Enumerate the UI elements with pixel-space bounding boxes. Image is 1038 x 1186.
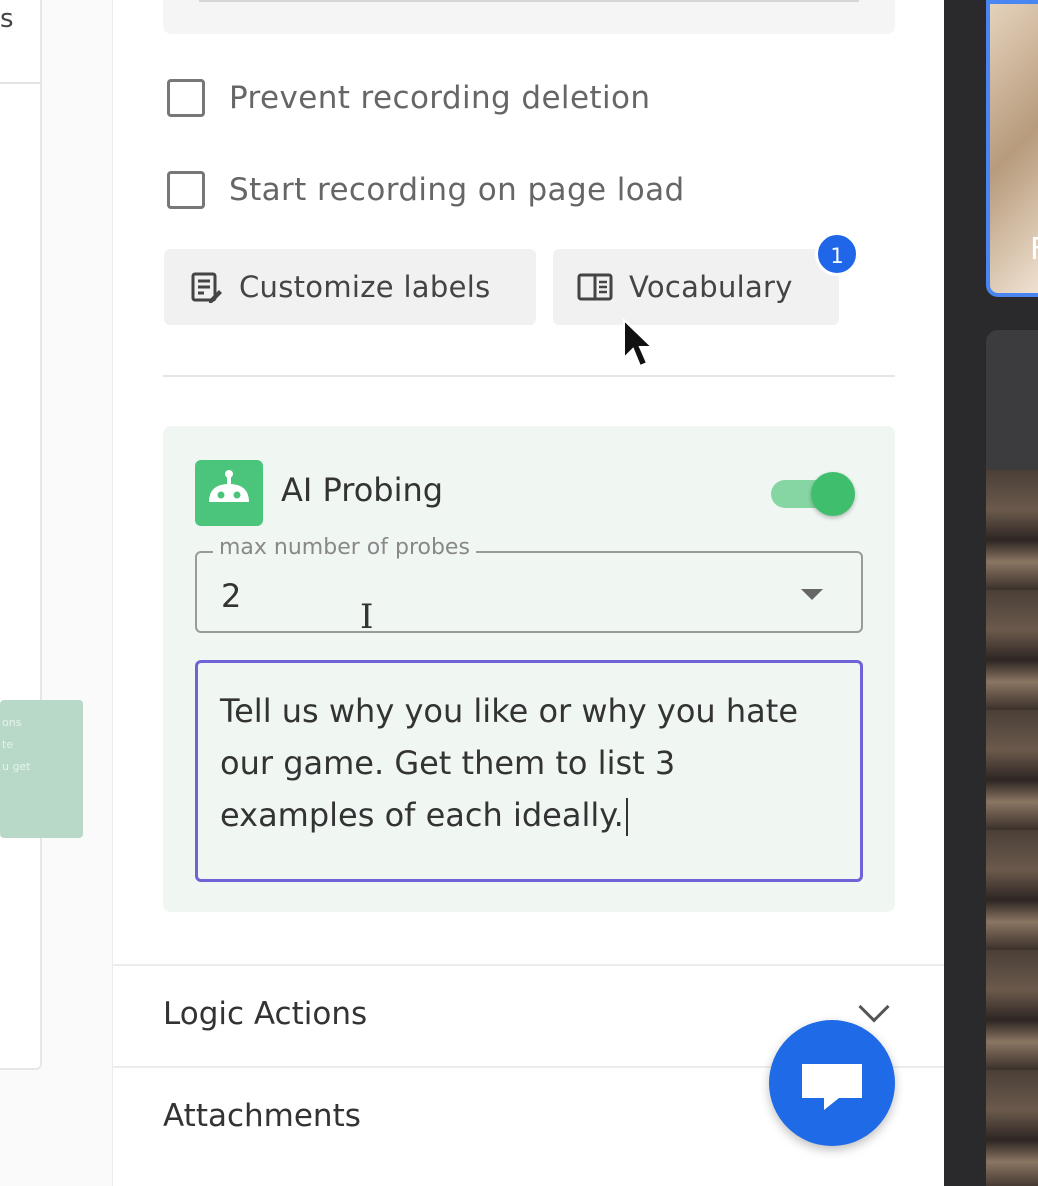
left-note-line: ons (2, 716, 22, 729)
ai-probing-card: AI Probing max number of probes 2 I Tell… (163, 426, 895, 912)
attachments-title: Attachments (163, 1098, 361, 1134)
toggle-thumb (811, 472, 855, 516)
left-panel: s ons te u get (0, 0, 112, 1186)
video-tile-active[interactable]: F (986, 0, 1038, 297)
ai-probing-toggle[interactable] (769, 472, 855, 516)
start-recording-label: Start recording on page load (229, 172, 685, 208)
logic-actions-title: Logic Actions (163, 996, 368, 1032)
prevent-deletion-label: Prevent recording deletion (229, 80, 651, 116)
top-field-underline (199, 0, 859, 2)
prevent-deletion-row[interactable]: Prevent recording deletion (167, 79, 650, 117)
top-field-container (163, 0, 895, 34)
text-cursor-icon: I (360, 597, 374, 637)
mouse-pointer-icon (623, 318, 655, 368)
probe-instructions-textarea[interactable]: Tell us why you like or why you hate our… (195, 660, 863, 882)
vocabulary-button[interactable]: Vocabulary (553, 249, 839, 325)
video-tile-label: F (1030, 232, 1038, 267)
screen: s ons te u get Prevent recording deletion … (0, 0, 1038, 1186)
start-recording-row[interactable]: Start recording on page load (167, 171, 685, 209)
chat-button[interactable] (769, 1020, 895, 1146)
text-caret (625, 798, 628, 836)
left-note-line: te (2, 738, 14, 751)
edit-note-icon (191, 272, 222, 303)
section-divider (163, 375, 895, 377)
prevent-deletion-checkbox[interactable] (167, 79, 205, 117)
left-card-divider (0, 82, 42, 84)
video-thumbnail-image (986, 470, 1038, 1186)
vocabulary-count-badge: 1 (815, 232, 859, 276)
ai-probing-title: AI Probing (281, 471, 444, 509)
chevron-down-icon[interactable] (858, 991, 890, 1023)
book-icon (577, 273, 613, 301)
left-card: s (0, 0, 42, 1070)
start-recording-checkbox[interactable] (167, 171, 205, 209)
customize-labels-button[interactable]: Customize labels (164, 249, 536, 325)
chat-bubble-icon (802, 1064, 862, 1110)
max-probes-value: 2 (221, 577, 242, 615)
max-probes-select[interactable]: max number of probes 2 I (195, 535, 863, 637)
vocabulary-label: Vocabulary (629, 270, 793, 304)
robot-icon (195, 460, 263, 526)
video-tile[interactable] (986, 330, 1038, 1186)
left-card-text: s (0, 4, 14, 34)
settings-panel: Prevent recording deletion Start recordi… (112, 0, 945, 1186)
left-note-card[interactable]: ons te u get (0, 700, 83, 838)
max-probes-label: max number of probes (213, 535, 476, 560)
left-note-line: u get (2, 760, 31, 773)
customize-labels-label: Customize labels (239, 270, 491, 304)
dropdown-arrow-icon[interactable] (801, 589, 823, 600)
probe-instructions-text: Tell us why you like or why you hate our… (220, 692, 798, 834)
